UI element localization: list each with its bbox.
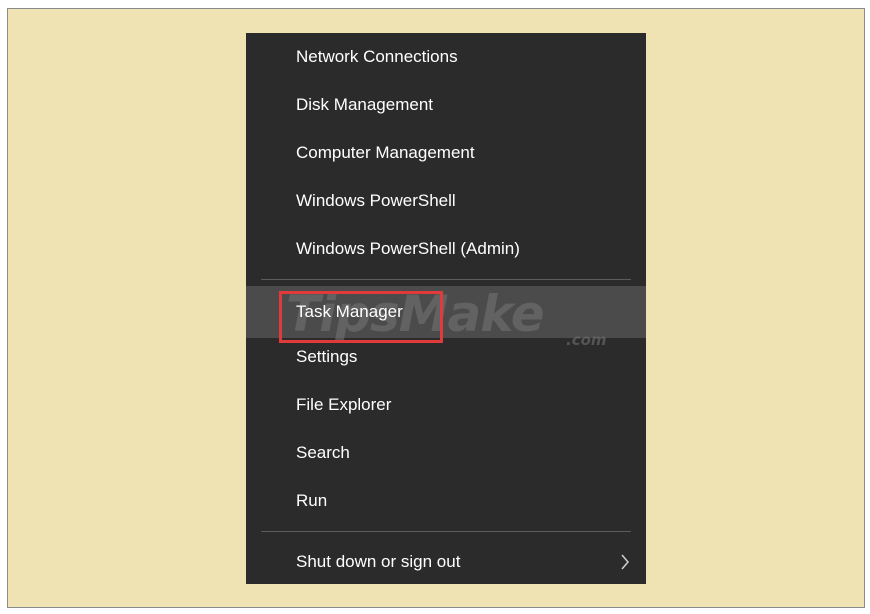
menu-item-run[interactable]: Run (246, 477, 646, 525)
menu-item-label: Settings (296, 347, 358, 366)
menu-item-label: Disk Management (296, 95, 434, 114)
menu-item-label: Shut down or sign out (296, 552, 461, 571)
menu-item-task-manager[interactable]: TipsMake .com Task Manager (246, 286, 646, 349)
menu-item-label: Windows PowerShell (Admin) (296, 239, 520, 258)
menu-item-windows-powershell[interactable]: Windows PowerShell (246, 177, 646, 225)
menu-item-windows-powershell-admin[interactable]: Windows PowerShell (Admin) (246, 225, 646, 273)
menu-item-label: File Explorer (296, 395, 392, 414)
menu-item-label: Search (296, 443, 350, 462)
menu-item-settings[interactable]: Settings (246, 333, 646, 381)
menu-separator (261, 531, 631, 532)
menu-item-search[interactable]: Search (246, 429, 646, 477)
menu-item-network-connections[interactable]: Network Connections (246, 33, 646, 81)
menu-item-label: Task Manager (296, 302, 403, 321)
menu-item-disk-management[interactable]: Disk Management (246, 81, 646, 129)
chevron-right-icon (619, 538, 631, 586)
menu-item-shut-down-or-sign-out[interactable]: Shut down or sign out (246, 538, 646, 586)
menu-item-computer-management[interactable]: Computer Management (246, 129, 646, 177)
menu-item-label: Computer Management (296, 143, 475, 162)
menu-item-label: Network Connections (296, 47, 458, 66)
menu-item-label: Run (296, 491, 328, 510)
menu-item-file-explorer[interactable]: File Explorer (246, 381, 646, 429)
menu-separator (261, 279, 631, 280)
menu-item-label: Windows PowerShell (296, 191, 456, 210)
power-user-context-menu: Network Connections Disk Management Comp… (246, 33, 646, 584)
